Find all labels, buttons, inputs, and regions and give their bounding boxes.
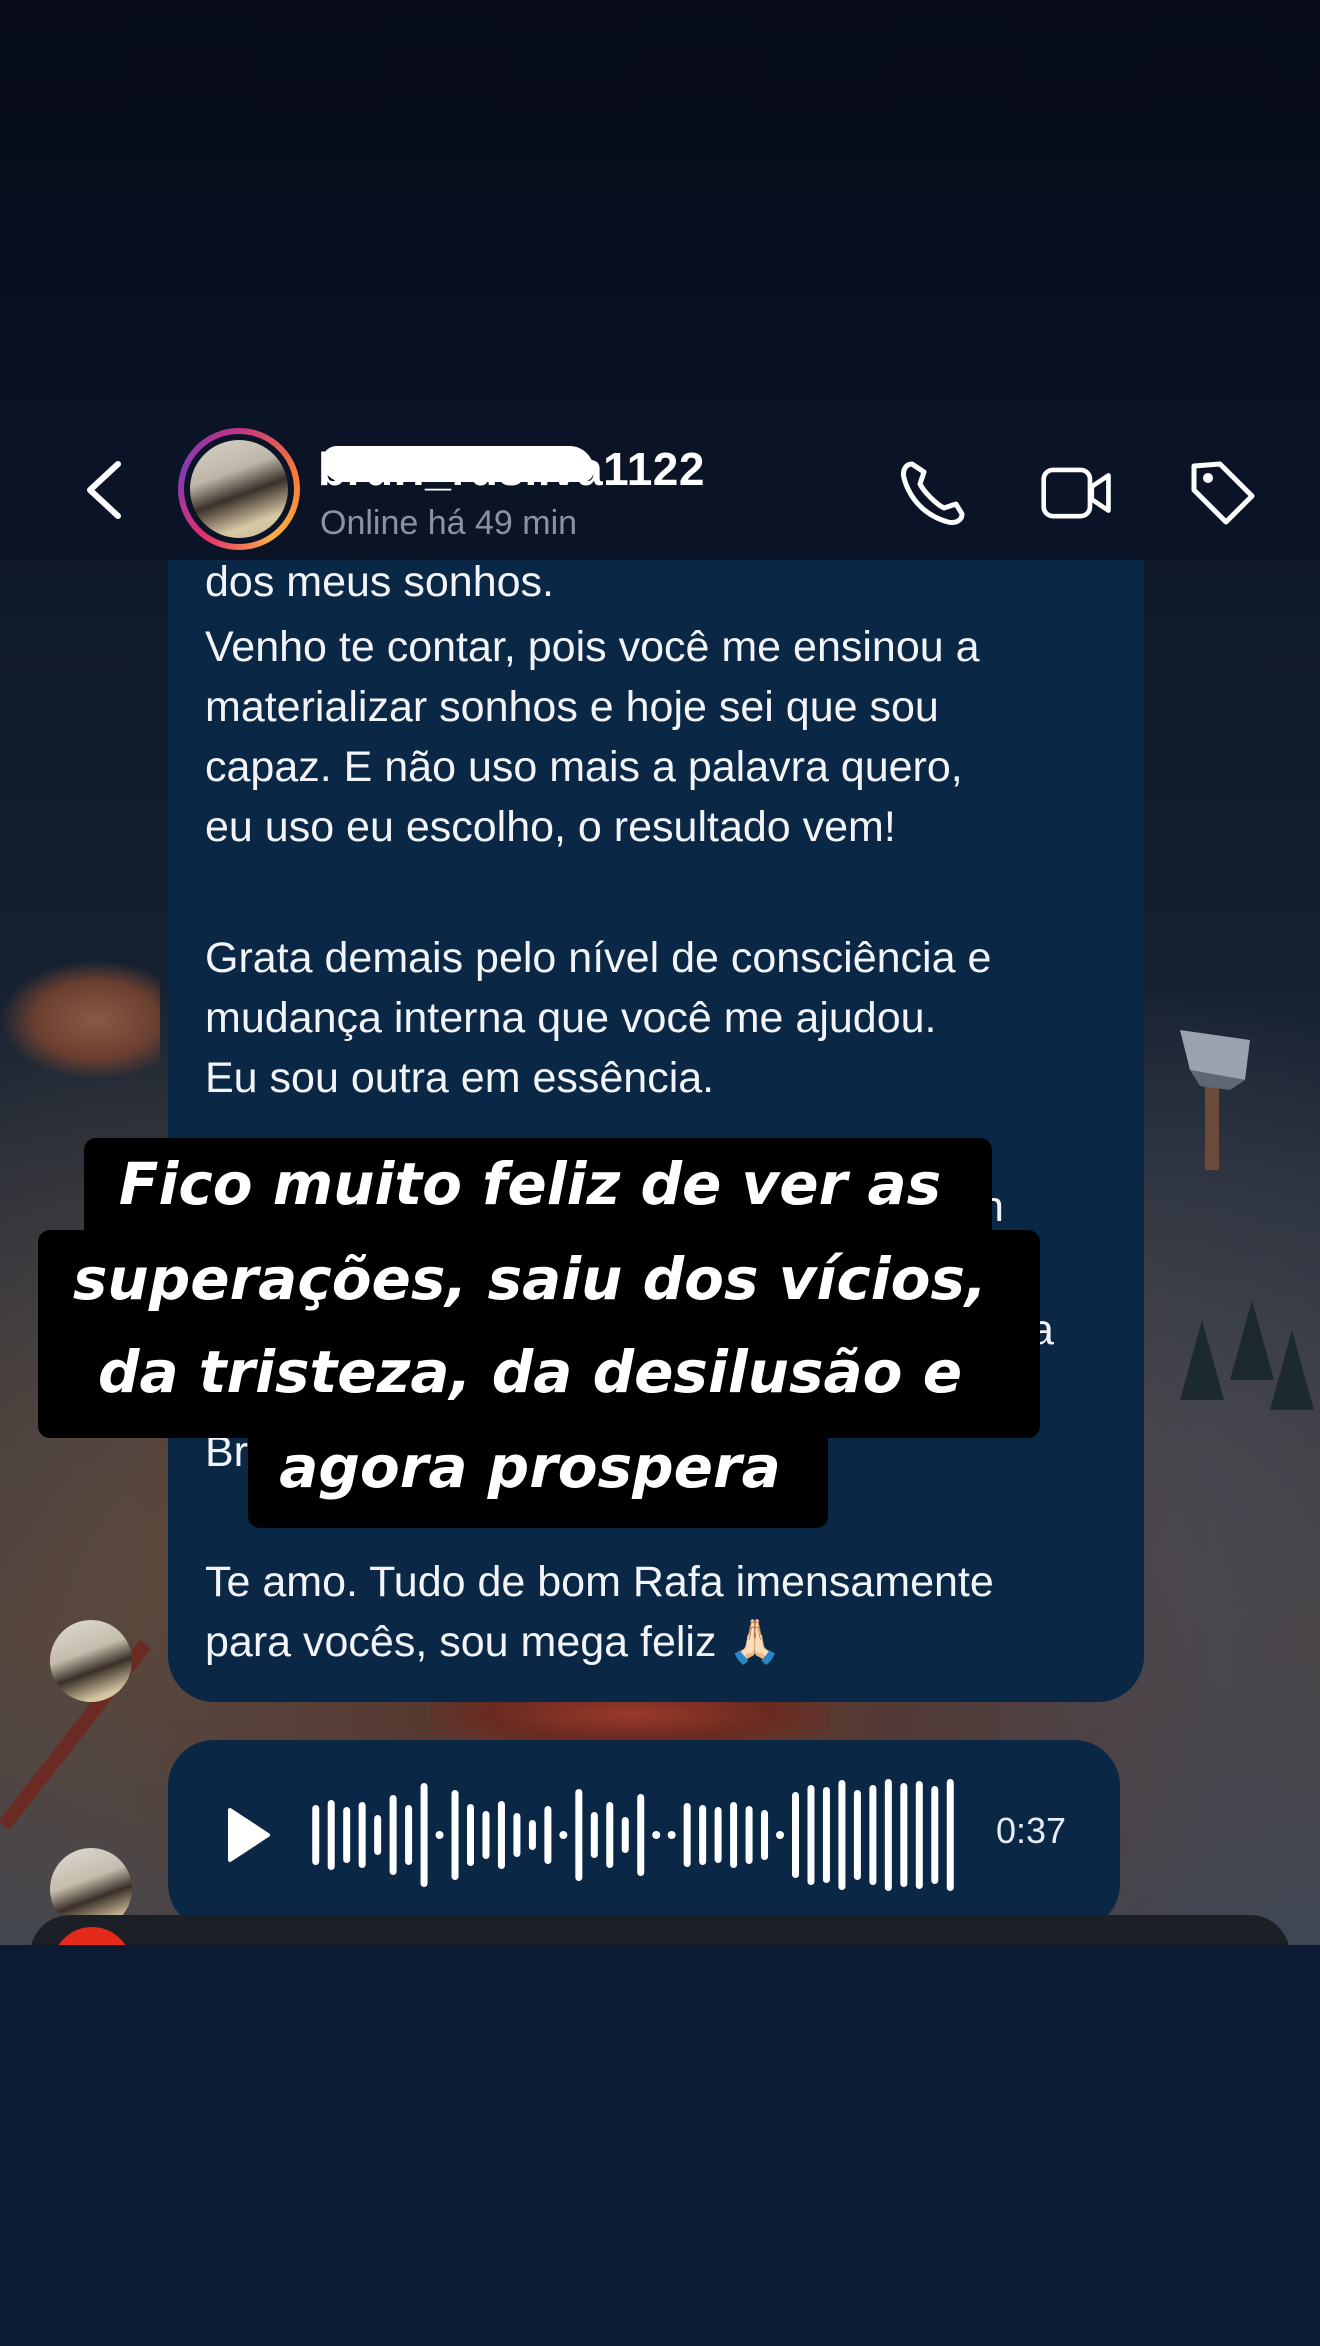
waveform-bar bbox=[358, 1802, 366, 1868]
audio-waveform[interactable] bbox=[308, 1775, 958, 1895]
username-redaction bbox=[322, 446, 594, 482]
waveform-bar bbox=[544, 1806, 552, 1864]
message-line: dos meus sonhos. bbox=[205, 558, 554, 606]
message-line: capaz. E não uso mais a palavra quero, bbox=[205, 743, 963, 791]
message-line: eu uso eu escolho, o resultado vem! bbox=[205, 803, 896, 851]
waveform-bar bbox=[931, 1786, 939, 1884]
play-icon[interactable] bbox=[218, 1800, 278, 1870]
axe-icon bbox=[1180, 1030, 1250, 1170]
waveform-bar bbox=[575, 1789, 583, 1881]
waveform-bar bbox=[435, 1831, 444, 1839]
waveform-bar bbox=[822, 1787, 830, 1883]
waveform-bar bbox=[621, 1817, 629, 1853]
waveform-bar bbox=[667, 1831, 676, 1839]
waveform-bar bbox=[606, 1802, 614, 1868]
voice-message[interactable]: 0:37 bbox=[168, 1740, 1120, 1930]
waveform-bar bbox=[374, 1815, 382, 1855]
audio-duration: 0:37 bbox=[996, 1810, 1067, 1851]
waveform-bar bbox=[792, 1792, 799, 1878]
message-line: Venho te contar, pois você me ensinou a bbox=[205, 623, 980, 671]
waveform-bar bbox=[915, 1781, 923, 1889]
waveform-bar bbox=[869, 1785, 877, 1885]
waveform-bar bbox=[714, 1807, 722, 1863]
wallpaper-tree bbox=[1230, 1300, 1274, 1380]
waveform-bar bbox=[590, 1812, 598, 1858]
waveform-bar bbox=[467, 1804, 474, 1866]
avatar-border bbox=[184, 434, 294, 544]
waveform-bar bbox=[853, 1790, 861, 1880]
avatar-photo bbox=[190, 440, 288, 538]
waveform-bar bbox=[343, 1807, 351, 1863]
message-line: Te amo. Tudo de bom Rafa imensamente bbox=[205, 1558, 994, 1606]
message-fragment: Br bbox=[205, 1428, 248, 1476]
waveform-bar bbox=[730, 1802, 738, 1868]
waveform-bar bbox=[838, 1780, 846, 1890]
waveform-bar bbox=[652, 1831, 661, 1839]
waveform-bar bbox=[312, 1805, 320, 1865]
waveform-bar bbox=[807, 1785, 815, 1885]
message-fragment: a bbox=[1030, 1306, 1054, 1354]
wallpaper-tree bbox=[1270, 1330, 1314, 1410]
message-line: Grata demais pelo nível de consciência e bbox=[205, 934, 992, 982]
story-stage: bruri_rusilva1122 Online há 49 min dos m… bbox=[0, 0, 1320, 2346]
online-status: Online há 49 min bbox=[320, 504, 578, 542]
message-line: para vocês, sou mega feliz 🙏🏻 bbox=[205, 1618, 782, 1666]
waveform-bar bbox=[559, 1831, 568, 1839]
phone-icon[interactable] bbox=[896, 456, 970, 530]
message-line: mudança interna que você me ajudou. bbox=[205, 994, 937, 1042]
video-camera-icon[interactable] bbox=[1040, 456, 1114, 530]
chevron-left-icon[interactable] bbox=[80, 460, 130, 520]
tag-icon[interactable] bbox=[1186, 456, 1260, 530]
profile-avatar[interactable] bbox=[178, 428, 300, 550]
waveform-bar bbox=[327, 1800, 335, 1870]
waveform-bar bbox=[884, 1779, 892, 1891]
waveform-bar bbox=[637, 1794, 645, 1876]
message-line: materializar sonhos e hoje sei que sou bbox=[205, 683, 939, 731]
wallpaper-figure bbox=[0, 960, 160, 1080]
waveform-bar bbox=[405, 1805, 413, 1865]
waveform-bar bbox=[513, 1813, 521, 1857]
waveform-bar bbox=[389, 1795, 397, 1875]
waveform-bar bbox=[946, 1779, 954, 1891]
waveform-bar bbox=[699, 1805, 707, 1865]
waveform-bar bbox=[900, 1783, 908, 1887]
chat-header: bruri_rusilva1122 Online há 49 min bbox=[0, 400, 1320, 560]
wallpaper-tree bbox=[1180, 1320, 1224, 1400]
waveform-bar bbox=[420, 1783, 428, 1887]
sender-avatar[interactable] bbox=[50, 1620, 132, 1702]
lower-background bbox=[0, 1945, 1320, 2346]
waveform-bar bbox=[451, 1790, 459, 1880]
waveform-bar bbox=[528, 1820, 536, 1850]
waveform-bar bbox=[497, 1801, 505, 1869]
waveform-bar bbox=[482, 1811, 490, 1859]
message-fragment: n bbox=[980, 1183, 1004, 1231]
waveform-bar bbox=[776, 1831, 785, 1839]
waveform-bar bbox=[683, 1803, 691, 1867]
waveform-bar bbox=[745, 1806, 753, 1864]
message-line: Eu sou outra em essência. bbox=[205, 1054, 715, 1102]
waveform-bar bbox=[761, 1810, 769, 1860]
